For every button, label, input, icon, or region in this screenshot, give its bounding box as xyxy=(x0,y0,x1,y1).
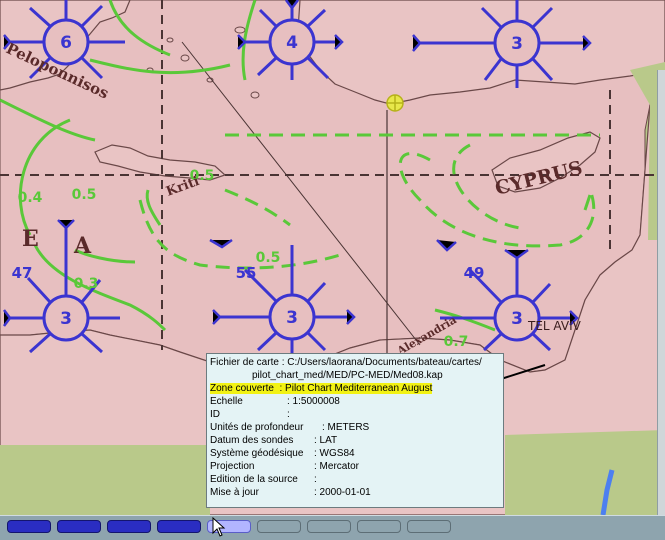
current-speed-4: 0.5 xyxy=(256,250,281,266)
rose-right-value: 3 xyxy=(511,309,523,329)
info-label: Unités de profondeur xyxy=(210,422,304,433)
info-row-geodetic: Système géodésique : WGS84 xyxy=(210,447,500,460)
mouse-cursor-icon xyxy=(212,517,226,537)
current-speed-5: 0.3 xyxy=(74,276,99,292)
outside-bottom-left xyxy=(0,445,210,515)
info-value: : WGS84 xyxy=(314,448,355,459)
current-speed-1: 0.4 xyxy=(18,190,43,206)
info-label: Système géodésique xyxy=(210,448,304,459)
info-row-id: ID: xyxy=(210,408,500,421)
info-label: Mise à jour xyxy=(210,487,259,498)
info-value: : xyxy=(314,474,317,485)
info-value: : 2000-01-01 xyxy=(314,487,371,498)
info-value: : 1:5000008 xyxy=(287,396,340,407)
wave-height-center: 55 xyxy=(236,264,257,282)
chart-bar-tab[interactable] xyxy=(357,520,401,533)
file-label: Fichier de carte : xyxy=(210,357,288,368)
chart-viewer[interactable]: 6 4 3 3 3 3 47 55 49 0.4 0.5 0.5 0.5 0.3… xyxy=(0,0,665,540)
current-speed-6: 0.7 xyxy=(444,334,469,350)
rose-left-value: 3 xyxy=(60,309,72,329)
zone-value: : Pilot Chart Mediterranean August xyxy=(279,383,433,394)
zone-row: Zone couverte : Pilot Chart Mediterranea… xyxy=(210,382,500,395)
rose-top-center-value: 4 xyxy=(286,33,298,53)
info-value: : METERS xyxy=(322,422,370,433)
file-row: Fichier de carte : C:/Users/laorana/Docu… xyxy=(210,356,500,369)
info-row-scale: Echelle : 1:5000008 xyxy=(210,395,500,408)
info-value: : xyxy=(287,409,290,420)
info-value: : LAT xyxy=(314,435,338,446)
chart-bar xyxy=(0,515,665,540)
crosshair-icon[interactable] xyxy=(386,94,404,112)
file-path-2: pilot_chart_med/MED/PC-MED/Med08.kap xyxy=(252,370,443,381)
chart-bar-tab[interactable] xyxy=(57,520,101,533)
zone-label: Zone couverte xyxy=(210,383,274,394)
info-row-sounding-datum: Datum des sondes : LAT xyxy=(210,434,500,447)
info-label: Edition de la source xyxy=(210,474,298,485)
vertical-scrollbar[interactable] xyxy=(657,70,665,515)
info-label: Echelle xyxy=(210,396,243,407)
chart-info-tooltip: Fichier de carte : C:/Users/laorana/Docu… xyxy=(206,353,504,508)
info-row-source-edition: Edition de la source: xyxy=(210,473,500,486)
chart-bar-tab[interactable] xyxy=(407,520,451,533)
info-label: ID xyxy=(210,409,220,420)
rose-center-value: 3 xyxy=(286,308,298,328)
label-tel-aviv: TEL AVIV xyxy=(527,319,582,333)
chart-bar-tab[interactable] xyxy=(157,520,201,533)
chart-bar-tab[interactable] xyxy=(257,520,301,533)
wave-height-left: 47 xyxy=(12,264,33,282)
current-speed-2: 0.5 xyxy=(72,187,97,203)
info-row-updated: Mise à jour : 2000-01-01 xyxy=(210,486,500,499)
info-row-depth-units: Unités de profondeur : METERS xyxy=(210,421,500,434)
rose-top-left-value: 6 xyxy=(60,33,72,53)
info-value: : Mercator xyxy=(314,461,360,472)
file-path-1: C:/Users/laorana/Documents/bateau/cartes… xyxy=(287,357,482,368)
zone-highlight: Zone couverte : Pilot Chart Mediterranea… xyxy=(210,383,433,394)
info-row-projection: Projection : Mercator xyxy=(210,460,500,473)
chart-bar-tab[interactable] xyxy=(107,520,151,533)
chart-bar-tab[interactable] xyxy=(307,520,351,533)
info-label: Datum des sondes xyxy=(210,435,294,446)
outside-bottom-right xyxy=(505,430,665,515)
chart-bar-tab[interactable] xyxy=(7,520,51,533)
info-label: Projection xyxy=(210,461,255,472)
label-sea-a: A xyxy=(73,233,92,259)
label-sea-e: E xyxy=(22,226,39,252)
wave-height-right: 49 xyxy=(464,264,485,282)
rose-top-right-value: 3 xyxy=(511,34,523,54)
